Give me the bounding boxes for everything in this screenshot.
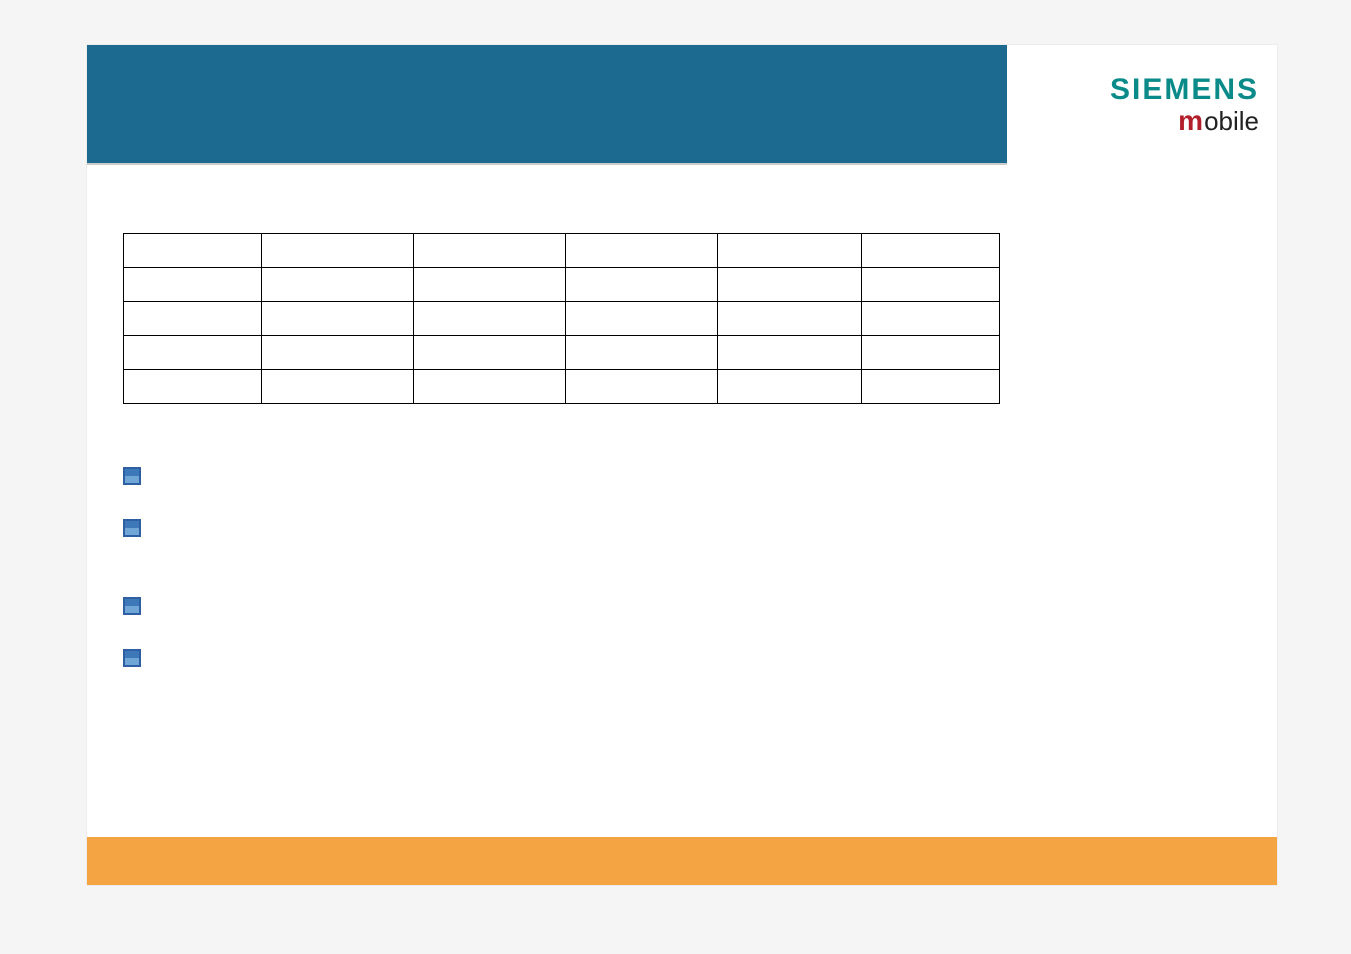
table-cell — [566, 370, 718, 404]
table-cell — [718, 268, 862, 302]
data-table-wrap — [123, 233, 1000, 404]
logo-mobile-obile: obile — [1204, 106, 1259, 136]
table-cell — [262, 370, 414, 404]
table-row — [124, 370, 1000, 404]
table-cell — [124, 268, 262, 302]
table-header-cell — [414, 234, 566, 268]
table-cell — [566, 268, 718, 302]
square-bullet-icon — [123, 467, 141, 485]
table-cell — [566, 302, 718, 336]
table-cell — [862, 370, 1000, 404]
logo-siemens-word: SIEMENS — [1110, 73, 1259, 106]
table-header-cell — [718, 234, 862, 268]
slide-body — [87, 163, 1007, 883]
table-cell — [414, 336, 566, 370]
table-cell — [262, 336, 414, 370]
list-item — [123, 647, 155, 671]
square-bullet-icon — [123, 649, 141, 667]
slide: SIEMENS mobile — [87, 45, 1277, 885]
square-bullet-icon — [123, 597, 141, 615]
table-header-cell — [566, 234, 718, 268]
table-cell — [414, 302, 566, 336]
table-cell — [124, 302, 262, 336]
table-cell — [718, 302, 862, 336]
brand-logo: SIEMENS mobile — [1110, 73, 1259, 137]
bullet-list — [123, 465, 155, 699]
table-header-cell — [124, 234, 262, 268]
table-cell — [124, 370, 262, 404]
square-bullet-icon — [123, 519, 141, 537]
table-cell — [862, 302, 1000, 336]
table-cell — [414, 370, 566, 404]
table-row — [124, 336, 1000, 370]
header-bar — [87, 45, 1007, 163]
table-cell — [124, 336, 262, 370]
table-header-cell — [862, 234, 1000, 268]
table-header-cell — [262, 234, 414, 268]
logo-mobile-m: m — [1178, 106, 1203, 137]
table-cell — [862, 336, 1000, 370]
table-cell — [262, 302, 414, 336]
table-header-row — [124, 234, 1000, 268]
list-item — [123, 517, 155, 541]
table-cell — [862, 268, 1000, 302]
list-item — [123, 465, 155, 489]
data-table — [123, 233, 1000, 404]
logo-mobile-word: mobile — [1110, 106, 1259, 137]
page-canvas: SIEMENS mobile — [0, 0, 1351, 954]
table-row — [124, 268, 1000, 302]
table-cell — [718, 370, 862, 404]
table-row — [124, 302, 1000, 336]
table-cell — [414, 268, 566, 302]
table-cell — [262, 268, 414, 302]
footer-bar — [87, 837, 1277, 885]
list-item — [123, 595, 155, 619]
table-cell — [718, 336, 862, 370]
table-cell — [566, 336, 718, 370]
